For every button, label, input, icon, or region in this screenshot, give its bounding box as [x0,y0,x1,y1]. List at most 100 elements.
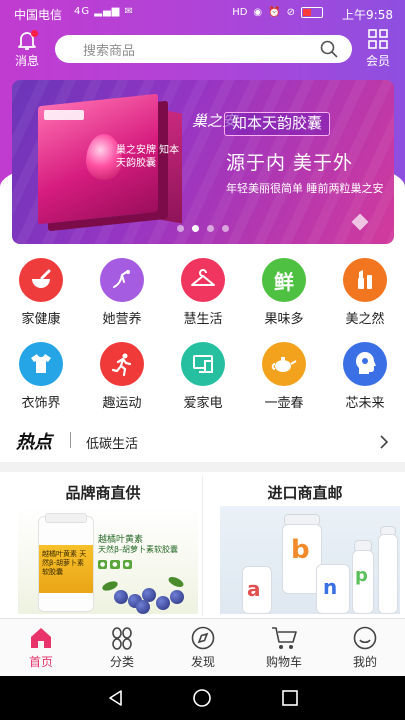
home-circle-icon[interactable] [192,688,212,712]
makeup-icon [343,258,387,302]
category-yihuchun[interactable]: 一壶春 [254,342,314,411]
clock: 上午9:58 [342,8,393,22]
pager-dot-active[interactable] [192,225,199,232]
category-meizhiran[interactable]: 美之然 [335,258,395,327]
hd-icon: HD [232,7,248,18]
category-guoweiduo[interactable]: 鲜 果味多 [254,258,314,327]
category-jiajiankang[interactable]: 家健康 [11,258,71,327]
banner-subline: 年轻美丽很简单 睡前两粒巢之安 [226,182,384,195]
tshirt-icon [19,342,63,386]
tab-label: 我的 [352,655,377,669]
tab-mine[interactable]: 我的 [335,623,395,670]
running-icon [100,342,144,386]
panel-title: 品牌商直供 [65,484,141,502]
tab-category[interactable]: 分类 [92,623,152,670]
category-label: 一壶春 [264,396,304,411]
brand-direct-panel[interactable]: 品牌商直供 越橘叶黄素 天然β-胡萝卜素软胶囊 越橘叶黄素 天然β-胡萝卜素软胶… [8,476,198,616]
tag-chip: ● [110,560,120,569]
product-bottle-tallest [378,534,398,614]
unread-dot [31,30,38,37]
category-label: 爱家电 [183,396,223,411]
bell-icon [10,28,44,52]
home-icon [11,623,71,653]
appliance-icon [181,342,225,386]
fresh-icon: 鲜 [262,258,306,302]
tag-chip: ● [122,560,132,569]
category-label: 家健康 [21,312,61,327]
chevron-right-icon[interactable] [379,434,389,453]
tab-label: 发现 [190,655,215,669]
brand-product-image[interactable]: 越橘叶黄素 天然β-胡萝卜素软胶囊 越橘叶黄素 天然β-胡萝卜素软胶囊 ● ● … [18,506,198,614]
promo-tags: ● ● ● [98,560,132,569]
banner-headline: 源于内 美于外 [226,152,354,174]
hanger-icon [181,258,225,302]
box-logo [44,110,84,120]
category-label: 她营养 [102,312,142,327]
section-divider [0,462,405,472]
leaf-decoration [167,574,185,590]
category-label: 芯未来 [345,396,385,411]
grid-icon [361,28,395,52]
banner-pager [12,225,394,232]
search-input[interactable]: 搜索商品 [55,35,352,63]
mortar-pestle-icon [19,258,63,302]
eye-icon: ◉ [253,7,263,18]
battery-icon [301,7,323,18]
category-label: 趣运动 [102,396,142,411]
fairy-icon [100,258,144,302]
hot-title: 热点 [16,432,52,453]
blueberry [170,590,184,604]
tab-cart[interactable]: 购物车 [254,623,314,670]
jar-letter-icon: b [291,535,310,565]
product-bottle-small: n [316,564,350,614]
pager-dot[interactable] [207,225,214,232]
tab-label: 购物车 [265,655,302,669]
category-aijiadian[interactable]: 爱家电 [173,342,233,411]
panel-divider [202,476,203,616]
category-label: 果味多 [264,312,304,327]
compass-icon [173,623,233,653]
category-tayingyang[interactable]: 她营养 [92,258,152,327]
product-bottle: 越橘叶黄素 天然β-胡萝卜素软胶囊 [38,513,94,612]
tube-letter-icon: a [247,577,261,601]
bottom-tab-bar: 首页 分类 发现 购物车 我的 [0,618,405,676]
category-xinweilai[interactable]: 芯未来 [335,342,395,411]
category-quyundong[interactable]: 趣运动 [92,342,152,411]
tag-chip: ● [98,560,108,569]
bottle-cap [45,513,87,523]
blueberry [156,596,170,610]
mute-icon: ⊘ [286,7,295,18]
cart-icon [254,623,314,653]
hot-text[interactable]: 低碳生活 [86,433,138,452]
tab-discover[interactable]: 发现 [173,623,233,670]
alarm-icon: ⏰ [268,7,281,18]
signal-icon: 4G ▂▄▆ ✉ [74,6,134,17]
category-yishijie[interactable]: 衣饰界 [11,342,71,411]
back-icon[interactable] [106,688,126,712]
category-huishenghuo[interactable]: 慧生活 [173,258,233,327]
recents-icon[interactable] [280,688,300,712]
hot-topic-row[interactable]: 热点 低碳生活 [0,424,405,460]
search-placeholder: 搜索商品 [83,43,136,59]
tab-home[interactable]: 首页 [11,623,71,670]
box-text: 巢之安牌 知本天韵胶囊 [116,145,180,169]
category-icon [92,623,152,653]
bottle-letter-icon: n [323,575,338,599]
promo-banner[interactable]: 巢之安牌 知本天韵胶囊 巢之安 知本天韵胶囊 源于内 美于外 年轻美丽很简单 睡… [12,80,394,244]
smile-icon [335,623,395,653]
pager-dot[interactable] [177,225,184,232]
import-product-image[interactable]: b a n p [220,506,400,614]
message-label: 消息 [14,54,39,68]
search-icon[interactable] [320,40,338,62]
banner-tagline: 知本天韵胶囊 [224,112,331,136]
panel-title: 进口商直邮 [267,484,343,502]
status-icons: HD ◉ ⏰ ⊘ [232,7,323,18]
product-tube: a [242,566,272,614]
pager-dot[interactable] [222,225,229,232]
message-button[interactable]: 消息 [10,28,44,70]
tab-label: 分类 [109,655,134,669]
member-label: 会员 [365,54,390,68]
bottle-label-text: 越橘叶黄素 天然β-胡萝卜素软胶囊 [42,550,87,576]
member-button[interactable]: 会员 [361,28,395,70]
import-direct-panel[interactable]: 进口商直邮 b a n p [210,476,400,616]
